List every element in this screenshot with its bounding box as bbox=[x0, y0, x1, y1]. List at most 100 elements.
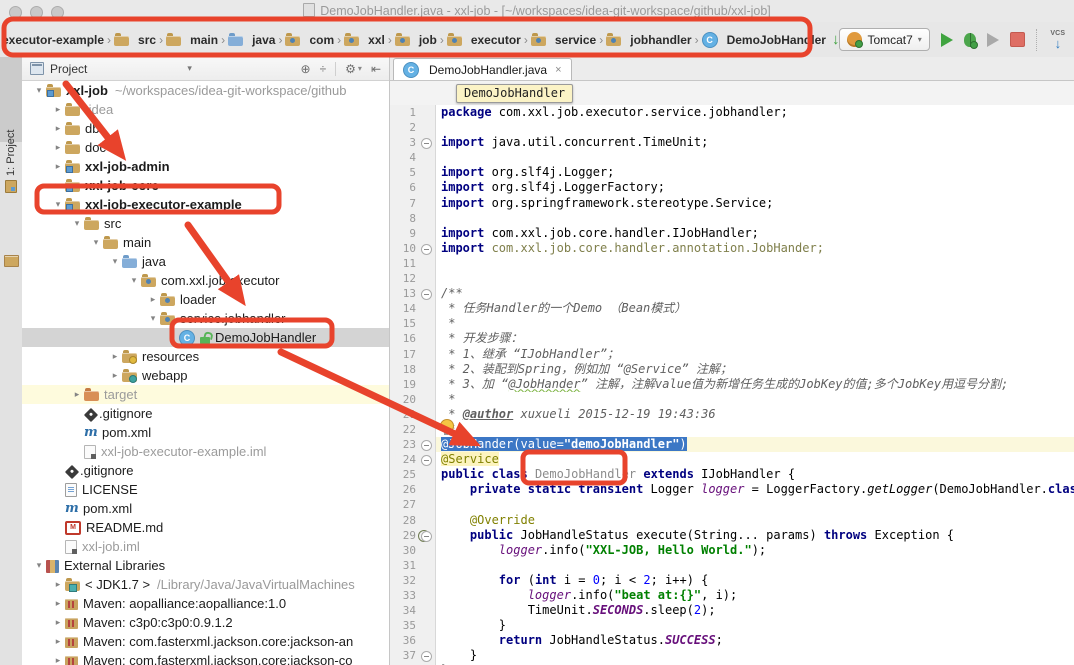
breadcrumb-item-src[interactable]: src bbox=[114, 33, 156, 47]
code-line[interactable]: 5import org.slf4j.Logger; bbox=[390, 165, 1074, 180]
tree-item-doc[interactable]: ▸doc bbox=[22, 138, 389, 157]
tree-item-java[interactable]: ▾java bbox=[22, 252, 389, 271]
breadcrumb-item-demojobhandler[interactable]: CDemoJobHandler bbox=[702, 32, 826, 48]
tree-item-license[interactable]: LICENSE bbox=[22, 480, 389, 499]
collapse-all-icon[interactable]: ÷ bbox=[320, 62, 327, 76]
code-line[interactable]: 21 * @author xuxueli 2015-12-19 19:43:36 bbox=[390, 407, 1074, 422]
code-line[interactable]: 23@JobHander(value="demoJobHandler") bbox=[390, 437, 1074, 452]
navbar-history-arrow-icon[interactable]: ↓ bbox=[832, 31, 840, 48]
tree-expanded-icon[interactable]: ▾ bbox=[127, 271, 141, 290]
code-text[interactable]: } bbox=[436, 618, 1074, 633]
code-text[interactable]: public class DemoJobHandler extends IJob… bbox=[436, 467, 1074, 482]
code-text[interactable]: * bbox=[436, 316, 1074, 331]
tree-item-loader[interactable]: ▸loader bbox=[22, 290, 389, 309]
code-line[interactable]: 20 * bbox=[390, 392, 1074, 407]
tree-expanded-icon[interactable]: ▾ bbox=[51, 195, 65, 214]
code-text[interactable]: import org.slf4j.Logger; bbox=[436, 165, 1074, 180]
tree-collapsed-icon[interactable]: ▸ bbox=[108, 366, 122, 385]
code-text[interactable]: logger.info("beat at:{}", i); bbox=[436, 588, 1074, 603]
tree-collapsed-icon[interactable]: ▸ bbox=[51, 575, 65, 594]
code-text[interactable]: logger.info("XXL-JOB, Hello World."); bbox=[436, 543, 1074, 558]
fold-marker-icon[interactable] bbox=[421, 651, 432, 662]
code-line[interactable]: 6import org.slf4j.LoggerFactory; bbox=[390, 180, 1074, 195]
code-text[interactable]: @Service bbox=[436, 452, 1074, 467]
breadcrumb-item-com[interactable]: com bbox=[285, 33, 334, 47]
tree-collapsed-icon[interactable]: ▸ bbox=[51, 176, 65, 195]
tree-expanded-icon[interactable]: ▾ bbox=[146, 309, 160, 328]
code-viewport[interactable]: 1package com.xxl.job.executor.service.jo… bbox=[390, 105, 1074, 665]
code-line[interactable]: 28 @Override bbox=[390, 513, 1074, 528]
code-text[interactable]: * bbox=[436, 392, 1074, 407]
tree-item--jdk1-7-[interactable]: ▸< JDK1.7 >/Library/Java/JavaVirtualMach… bbox=[22, 575, 389, 594]
code-text[interactable]: */ bbox=[436, 422, 1074, 437]
code-line[interactable]: 31 bbox=[390, 558, 1074, 573]
code-text[interactable] bbox=[436, 256, 1074, 271]
code-text[interactable]: package com.xxl.job.executor.service.job… bbox=[436, 105, 1074, 120]
tree-expanded-icon[interactable]: ▾ bbox=[108, 252, 122, 271]
breadcrumb-item-executor-example[interactable]: executor-example bbox=[2, 33, 104, 47]
code-text[interactable]: } bbox=[436, 648, 1074, 663]
tree-item-maven-aopalliance-aopalliance-1-0[interactable]: ▸Maven: aopalliance:aopalliance:1.0 bbox=[22, 594, 389, 613]
tree-item-pom-xml[interactable]: mpom.xml bbox=[22, 423, 389, 442]
tree-collapsed-icon[interactable]: ▸ bbox=[51, 613, 65, 632]
code-line[interactable]: 30 logger.info("XXL-JOB, Hello World."); bbox=[390, 543, 1074, 558]
code-line[interactable]: 12 bbox=[390, 271, 1074, 286]
code-line[interactable]: 9import com.xxl.job.core.handler.IJobHan… bbox=[390, 226, 1074, 241]
tree-item-xxl-job-core[interactable]: ▸xxl-job-core bbox=[22, 176, 389, 195]
tree-item--idea[interactable]: ▸.idea bbox=[22, 100, 389, 119]
favorites-tool-icon[interactable] bbox=[4, 255, 19, 267]
tree-item-resources[interactable]: ▸resources bbox=[22, 347, 389, 366]
project-tool-window-tab-label[interactable]: 1: Project bbox=[0, 110, 22, 197]
code-line[interactable]: 19 * 3、加 “@JobHander” 注解，注解value值为新增任务生成… bbox=[390, 377, 1074, 392]
tree-collapsed-icon[interactable]: ▸ bbox=[51, 157, 65, 176]
code-text[interactable]: import org.springframework.stereotype.Se… bbox=[436, 196, 1074, 211]
code-text[interactable]: @JobHander(value="demoJobHandler") bbox=[436, 437, 1074, 452]
code-line[interactable]: 4 bbox=[390, 150, 1074, 165]
code-line[interactable]: 8 bbox=[390, 211, 1074, 226]
code-line[interactable]: 37 } bbox=[390, 648, 1074, 663]
tree-collapsed-icon[interactable]: ▸ bbox=[51, 138, 65, 157]
tree-item-xxl-job-admin[interactable]: ▸xxl-job-admin bbox=[22, 157, 389, 176]
code-line[interactable]: 27 bbox=[390, 497, 1074, 512]
code-line[interactable]: 16 * 开发步骤： bbox=[390, 331, 1074, 346]
tree-expanded-icon[interactable]: ▾ bbox=[89, 233, 103, 252]
code-line[interactable]: 24@Service bbox=[390, 452, 1074, 467]
code-text[interactable]: TimeUnit.SECONDS.sleep(2); bbox=[436, 603, 1074, 618]
code-text[interactable]: * 2、装配到Spring，例如加 “@Service” 注解； bbox=[436, 362, 1074, 377]
tree-collapsed-icon[interactable]: ▸ bbox=[51, 632, 65, 651]
code-line[interactable]: 14 * 任务Handler的一个Demo （Bean模式） bbox=[390, 301, 1074, 316]
breadcrumb-item-xxl[interactable]: xxl bbox=[344, 33, 385, 47]
tree-collapsed-icon[interactable]: ▸ bbox=[51, 651, 65, 665]
tree-item-src[interactable]: ▾src bbox=[22, 214, 389, 233]
code-line[interactable]: 15 * bbox=[390, 316, 1074, 331]
code-line[interactable]: 34 TimeUnit.SECONDS.sleep(2); bbox=[390, 603, 1074, 618]
tree-item-target[interactable]: ▸target bbox=[22, 385, 389, 404]
intention-bulb-icon[interactable] bbox=[440, 419, 454, 433]
tree-item-pom-xml[interactable]: mpom.xml bbox=[22, 499, 389, 518]
code-text[interactable]: return JobHandleStatus.SUCCESS; bbox=[436, 633, 1074, 648]
tree-item-readme-md[interactable]: MREADME.md bbox=[22, 518, 389, 537]
vcs-update-button[interactable]: VCS ↓ bbox=[1048, 30, 1068, 50]
breadcrumb-item-main[interactable]: main bbox=[166, 33, 218, 47]
code-line[interactable]: 18 * 2、装配到Spring，例如加 “@Service” 注解； bbox=[390, 362, 1074, 377]
code-line[interactable]: 32 for (int i = 0; i < 2; i++) { bbox=[390, 573, 1074, 588]
tree-item-webapp[interactable]: ▸webapp bbox=[22, 366, 389, 385]
tree-item-xxl-job-executor-example[interactable]: ▾xxl-job-executor-example bbox=[22, 195, 389, 214]
fold-marker-icon[interactable] bbox=[421, 244, 432, 255]
fold-marker-icon[interactable] bbox=[421, 440, 432, 451]
code-text[interactable]: * 开发步骤： bbox=[436, 331, 1074, 346]
code-text[interactable]: public JobHandleStatus execute(String...… bbox=[436, 528, 1074, 543]
tree-collapsed-icon[interactable]: ▸ bbox=[146, 290, 160, 309]
run-button[interactable] bbox=[941, 33, 953, 47]
tree-collapsed-icon[interactable]: ▸ bbox=[108, 347, 122, 366]
editor-tab-demojobhandler[interactable]: C DemoJobHandler.java × bbox=[393, 58, 572, 80]
code-line[interactable]: 2 bbox=[390, 120, 1074, 135]
project-view-chevron-icon[interactable]: ▾ bbox=[187, 63, 192, 74]
code-line[interactable]: 11 bbox=[390, 256, 1074, 271]
code-text[interactable]: @Override bbox=[436, 513, 1074, 528]
code-line[interactable]: 35 } bbox=[390, 618, 1074, 633]
code-text[interactable]: import com.xxl.job.core.handler.IJobHand… bbox=[436, 226, 1074, 241]
fold-marker-icon[interactable] bbox=[421, 289, 432, 300]
fold-marker-icon[interactable] bbox=[421, 138, 432, 149]
code-line[interactable]: 26 private static transient Logger logge… bbox=[390, 482, 1074, 497]
